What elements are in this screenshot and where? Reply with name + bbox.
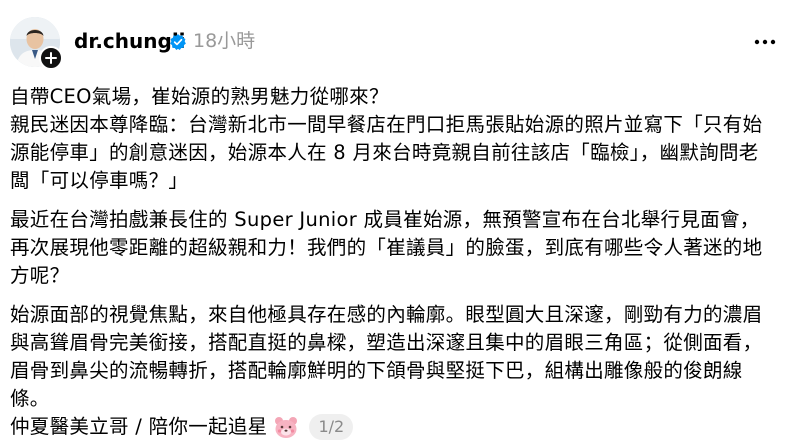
plus-icon	[45, 52, 57, 64]
post-signature: 仲夏醫美立哥 / 陪你一起追星	[10, 415, 268, 438]
author-avatar-group[interactable]	[10, 17, 63, 70]
post-timestamp[interactable]: 18小時	[193, 27, 255, 55]
more-options-icon	[754, 39, 776, 45]
post-paragraph: 始源面部的視覺焦點，來自他極具存在感的內輪廓。眼型圓大且深邃，剛勁有力的濃眉與高…	[10, 303, 763, 410]
signature-row: 仲夏醫美立哥 / 陪你一起追星 1/2	[10, 413, 770, 441]
more-options-button[interactable]	[750, 32, 780, 52]
carousel-page-indicator: 1/2	[309, 414, 354, 440]
post-paragraph: 自帶CEO氣場，崔始源的熟男魅力從哪來？ 親民迷因本尊降臨：台灣新北市一間早餐店…	[10, 85, 763, 192]
verified-badge-icon	[170, 34, 186, 51]
bear-emoji-icon	[275, 417, 298, 438]
threads-post: dr.chungli 18小時 自帶CEO氣場，崔始源的熟男魅力從哪來？ 親民迷…	[0, 0, 800, 444]
post-paragraph: 最近在台灣拍戲兼長住的 Super Junior 成員崔始源，無預警宣布在台北舉…	[10, 208, 763, 287]
follow-button[interactable]	[39, 46, 63, 70]
post-body: 自帶CEO氣場，崔始源的熟男魅力從哪來？ 親民迷因本尊降臨：台灣新北市一間早餐店…	[10, 83, 770, 441]
